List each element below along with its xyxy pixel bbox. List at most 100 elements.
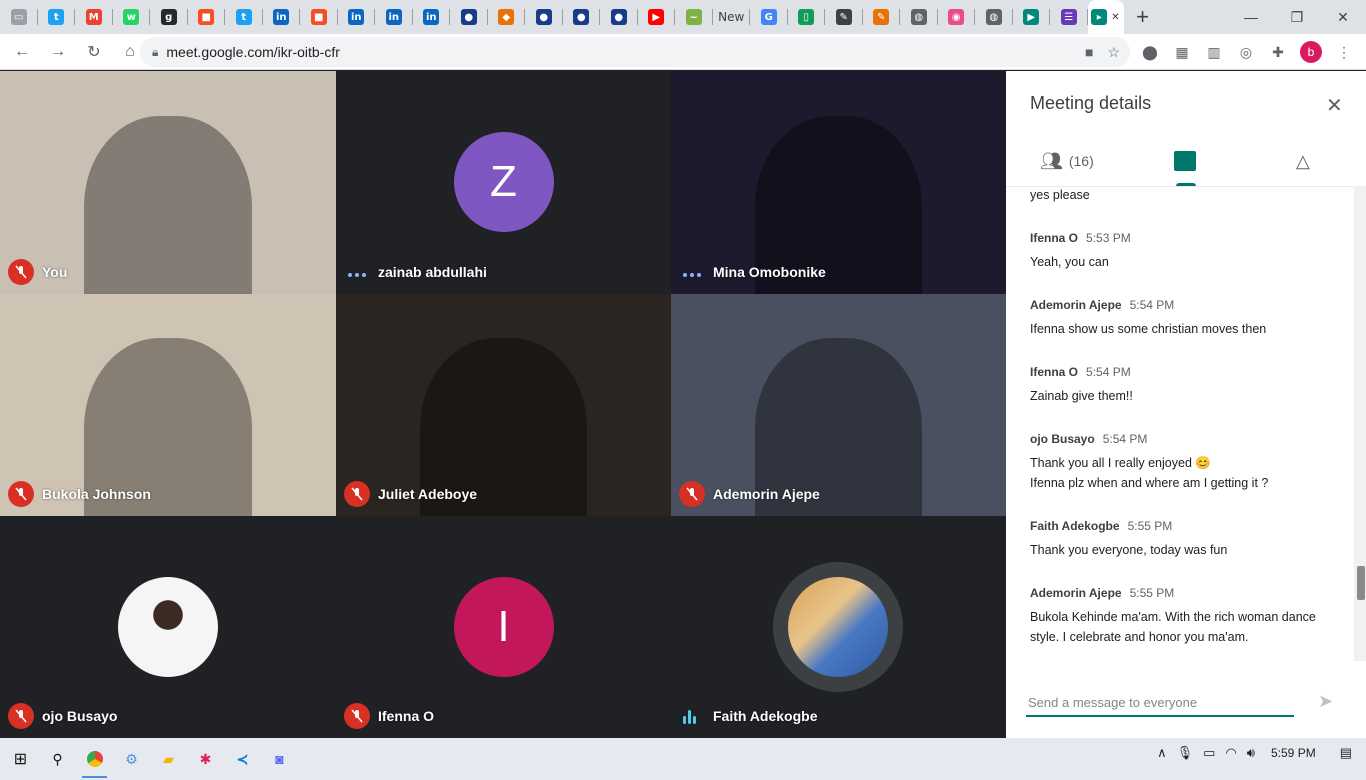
reload-icon[interactable]: ↻ <box>78 36 110 68</box>
participant-tile[interactable]: I Ifenna O <box>336 516 671 738</box>
notifications-icon[interactable]: ▤ <box>1340 745 1352 761</box>
browser-tab[interactable]: t <box>225 0 263 34</box>
extension-icon[interactable]: ⬤ <box>1140 42 1160 62</box>
close-window-icon[interactable]: ✕ <box>1320 0 1366 34</box>
browser-tab[interactable]: New <box>713 0 750 34</box>
mic-off-icon <box>8 259 34 285</box>
close-icon[interactable]: ✕ <box>1326 93 1343 118</box>
close-tab-icon[interactable]: ✕ <box>1111 12 1119 23</box>
bookmark-star-icon[interactable]: ☆ <box>1107 44 1120 61</box>
browser-tab[interactable]: g <box>150 0 188 34</box>
chat-message: yes please <box>1030 187 1340 205</box>
volume-icon[interactable]: 🔊︎ <box>1247 745 1255 761</box>
wifi-icon[interactable]: ◠ <box>1225 745 1236 761</box>
app-icon[interactable]: ⚙ <box>113 744 150 774</box>
browser-tab[interactable]: ◉ <box>938 0 975 34</box>
browser-tab[interactable]: ▯ <box>788 0 825 34</box>
extension-icon[interactable]: ▦ <box>1172 42 1192 62</box>
vscode-icon[interactable]: ≺ <box>224 744 261 774</box>
participant-name: ojo Busayo <box>42 708 118 724</box>
participant-tile[interactable]: Zzainab abdullahi <box>336 71 671 294</box>
browser-tab[interactable]: w <box>113 0 150 34</box>
browser-tab[interactable]: ▶ <box>638 0 675 34</box>
browser-tab[interactable]: ● <box>600 0 638 34</box>
menu-icon[interactable]: ⋮ <box>1334 42 1354 62</box>
browser-tab[interactable]: ● <box>450 0 488 34</box>
scroll-thumb[interactable] <box>1357 566 1365 600</box>
browser-tab[interactable]: ● <box>563 0 600 34</box>
address-bar[interactable]: 🔒︎ meet.google.com/ikr-oitb-cfr ■ ☆ <box>140 37 1130 67</box>
browser-tab[interactable]: in <box>338 0 375 34</box>
participant-tile[interactable]: Faith Adekogbe <box>671 516 1006 738</box>
battery-icon[interactable]: ▭ <box>1203 745 1215 761</box>
browser-tab[interactable]: ■ <box>188 0 225 34</box>
chrome-icon[interactable] <box>76 744 113 778</box>
browser-tab[interactable]: ☰ <box>1050 0 1088 34</box>
mic-off-icon <box>8 481 34 507</box>
people-icon: 👥︎ <box>1040 150 1063 171</box>
browser-tab[interactable]: in <box>375 0 413 34</box>
file-explorer-icon[interactable]: ▰ <box>150 744 187 774</box>
participant-tile[interactable]: Juliet Adeboye <box>336 294 671 516</box>
participant-tile[interactable]: ojo Busayo <box>0 516 336 738</box>
browser-tab[interactable]: G <box>750 0 788 34</box>
participant-tile[interactable]: You <box>0 71 336 294</box>
browser-tab[interactable]: ✎ <box>825 0 863 34</box>
participant-photo <box>118 577 218 677</box>
tab-people[interactable]: 👥︎ (16) <box>1040 147 1094 175</box>
browser-tab[interactable]: ◍ <box>975 0 1013 34</box>
browser-tab[interactable]: ● <box>525 0 563 34</box>
profile-avatar[interactable]: b <box>1300 41 1322 63</box>
message-header: ojo Busayo 5:54 PM <box>1030 430 1340 448</box>
chevron-up-icon[interactable]: ∧ <box>1157 745 1167 761</box>
slack-icon[interactable]: ✱ <box>187 744 224 774</box>
microphone-icon[interactable]: 🎙︎ <box>1177 745 1194 761</box>
back-icon[interactable]: ← <box>6 36 38 68</box>
camera-icon[interactable]: ■ <box>1085 44 1093 60</box>
discord-icon[interactable]: ◙ <box>261 744 298 774</box>
send-icon[interactable]: ➤ <box>1318 691 1333 712</box>
participant-tile[interactable]: Mina Omobonike <box>671 71 1006 294</box>
clock[interactable]: 5:59 PM <box>1271 746 1316 760</box>
windows-start-icon[interactable]: ⊞ <box>2 744 39 774</box>
browser-tab[interactable]: ▸ ✕ <box>1087 0 1124 34</box>
new-tab-button[interactable]: + <box>1124 0 1162 34</box>
browser-tab[interactable]: t <box>38 0 75 34</box>
url-text[interactable]: meet.google.com/ikr-oitb-cfr <box>166 44 340 60</box>
scrollbar[interactable] <box>1354 186 1366 661</box>
extension-icon[interactable]: ▥ <box>1204 42 1224 62</box>
participant-tile[interactable]: Ademorin Ajepe <box>671 294 1006 516</box>
browser-tab[interactable]: ~ <box>675 0 713 34</box>
message-input[interactable] <box>1026 689 1294 717</box>
lock-icon[interactable]: 🔒︎ <box>152 45 158 60</box>
minimize-icon[interactable]: — <box>1228 0 1274 34</box>
browser-tab[interactable]: ◆ <box>488 0 525 34</box>
message-header: Ifenna O 5:53 PM <box>1030 229 1340 247</box>
restore-icon[interactable]: ❐ <box>1274 0 1320 34</box>
message-time: 5:55 PM <box>1129 586 1175 600</box>
participant-tile[interactable]: Bukola Johnson <box>0 294 336 516</box>
globe-icon: ◍ <box>985 9 1002 25</box>
tab-chat[interactable] <box>1174 147 1196 175</box>
puzzle-icon[interactable]: ✚ <box>1268 42 1288 62</box>
search-icon[interactable]: ⚲ <box>39 744 76 774</box>
chat-message: Ademorin Ajepe 5:55 PM Bukola Kehinde ma'a… <box>1030 584 1340 647</box>
browser-tab[interactable]: ■ <box>300 0 338 34</box>
browser-tab[interactable]: in <box>413 0 450 34</box>
browser-tab[interactable]: ▶ <box>1013 0 1050 34</box>
browser-tab[interactable]: ✎ <box>863 0 900 34</box>
forward-icon[interactable]: → <box>42 36 74 68</box>
shapes-icon: △ <box>1296 150 1310 171</box>
extension-icon[interactable]: ◎ <box>1236 42 1256 62</box>
browser-tab[interactable]: ◍ <box>900 0 938 34</box>
tab-activities[interactable]: △ <box>1296 147 1310 175</box>
people-count: (16) <box>1068 153 1094 169</box>
participant-name: Ifenna O <box>378 708 435 724</box>
browser-tab[interactable]: ▭ <box>0 0 38 34</box>
browser-tab[interactable]: M <box>75 0 113 34</box>
browser-tab[interactable]: in <box>263 0 300 34</box>
message-time: 5:55 PM <box>1127 519 1173 533</box>
shield-logo-icon: ◆ <box>498 9 515 25</box>
message-time: 5:54 PM <box>1102 432 1148 446</box>
participant-name: Faith Adekogbe <box>713 708 818 724</box>
